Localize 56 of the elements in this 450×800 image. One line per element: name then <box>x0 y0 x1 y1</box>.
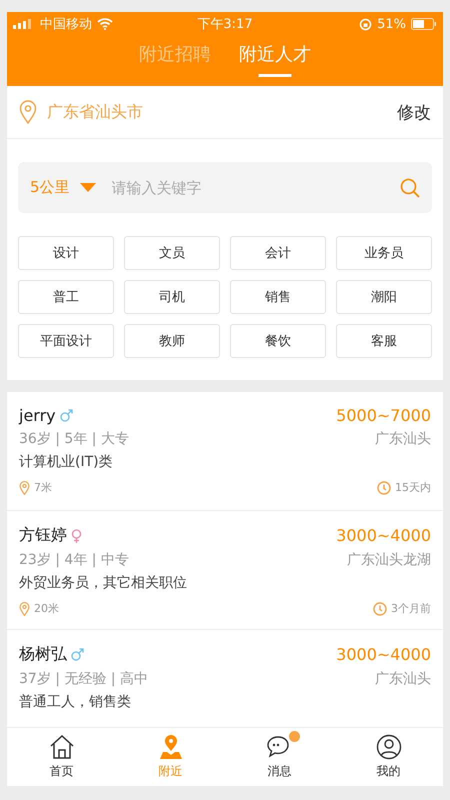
tag-chip[interactable]: 设计 <box>18 236 114 270</box>
battery-icon <box>410 18 437 30</box>
clock: 下午3:17 <box>197 16 253 33</box>
person-info: 36岁 | 5年 | 大专 <box>19 430 129 448</box>
tag-chip[interactable]: 业务员 <box>336 236 432 270</box>
tag-chip[interactable]: 餐饮 <box>230 324 326 358</box>
person-name: 杨树弘 <box>19 644 67 665</box>
update-time: 15天内 <box>395 480 431 495</box>
home-icon <box>48 734 74 760</box>
keyword-field[interactable]: 请输入关键字 <box>110 178 390 198</box>
clock-icon <box>373 602 387 616</box>
tag-chip[interactable]: 销售 <box>230 280 326 314</box>
rotation-lock-icon <box>359 18 372 30</box>
area: 广东汕头 <box>375 670 431 688</box>
person-name: jerry <box>19 406 56 425</box>
tag-chip[interactable]: 普工 <box>18 280 114 314</box>
location-pin-icon <box>19 100 37 124</box>
map-pin-icon <box>158 734 184 760</box>
salary: 3000~4000 <box>336 645 431 664</box>
tag-chip[interactable]: 客服 <box>336 324 432 358</box>
nav-tab[interactable]: 我的 <box>334 728 443 786</box>
job-category: 外贸业务员，其它相关职位 <box>19 574 188 592</box>
salary: 5000~7000 <box>336 406 431 425</box>
wifi-icon <box>97 18 113 30</box>
male-icon <box>60 409 73 422</box>
location-pin-icon <box>19 602 30 616</box>
area: 广东汕头龙湖 <box>347 551 431 569</box>
clock-icon <box>377 480 391 494</box>
salary: 3000~4000 <box>336 526 431 545</box>
job-category: 普通工人，销售类 <box>19 693 132 711</box>
tag-chip[interactable]: 文员 <box>124 236 220 270</box>
nav-tab[interactable]: 首页 <box>7 728 116 786</box>
edit-link[interactable]: 修改 <box>397 100 431 124</box>
nav-tab[interactable]: 消息 <box>225 728 334 786</box>
city-name: 广东省汕头市 <box>47 102 144 122</box>
update-time: 3个月前 <box>391 601 431 616</box>
distance: 7米 <box>34 480 52 495</box>
tag-chip[interactable]: 会计 <box>230 236 326 270</box>
female-icon <box>71 528 82 542</box>
user-icon <box>376 734 402 760</box>
area: 广东汕头 <box>375 430 431 448</box>
male-icon <box>71 648 84 661</box>
person-info: 23岁 | 4年 | 中专 <box>19 551 129 569</box>
search-icon[interactable] <box>400 178 420 198</box>
location-pin-icon <box>19 480 30 494</box>
carrier: 中国移动 <box>40 16 92 33</box>
dropdown-caret-icon <box>80 183 96 192</box>
tag-chip[interactable]: 潮阳 <box>336 280 432 314</box>
person-info: 37岁 | 无经验 | 高中 <box>19 670 148 688</box>
distance: 20米 <box>34 601 59 616</box>
tag-chip[interactable]: 平面设计 <box>18 324 114 358</box>
battery-percent: 51% <box>377 16 406 32</box>
tag-chip[interactable]: 教师 <box>124 324 220 358</box>
job-category: 计算机业(IT)类 <box>19 453 114 471</box>
tag-chip[interactable]: 司机 <box>124 280 220 314</box>
person-name: 方钰婷 <box>19 525 67 546</box>
